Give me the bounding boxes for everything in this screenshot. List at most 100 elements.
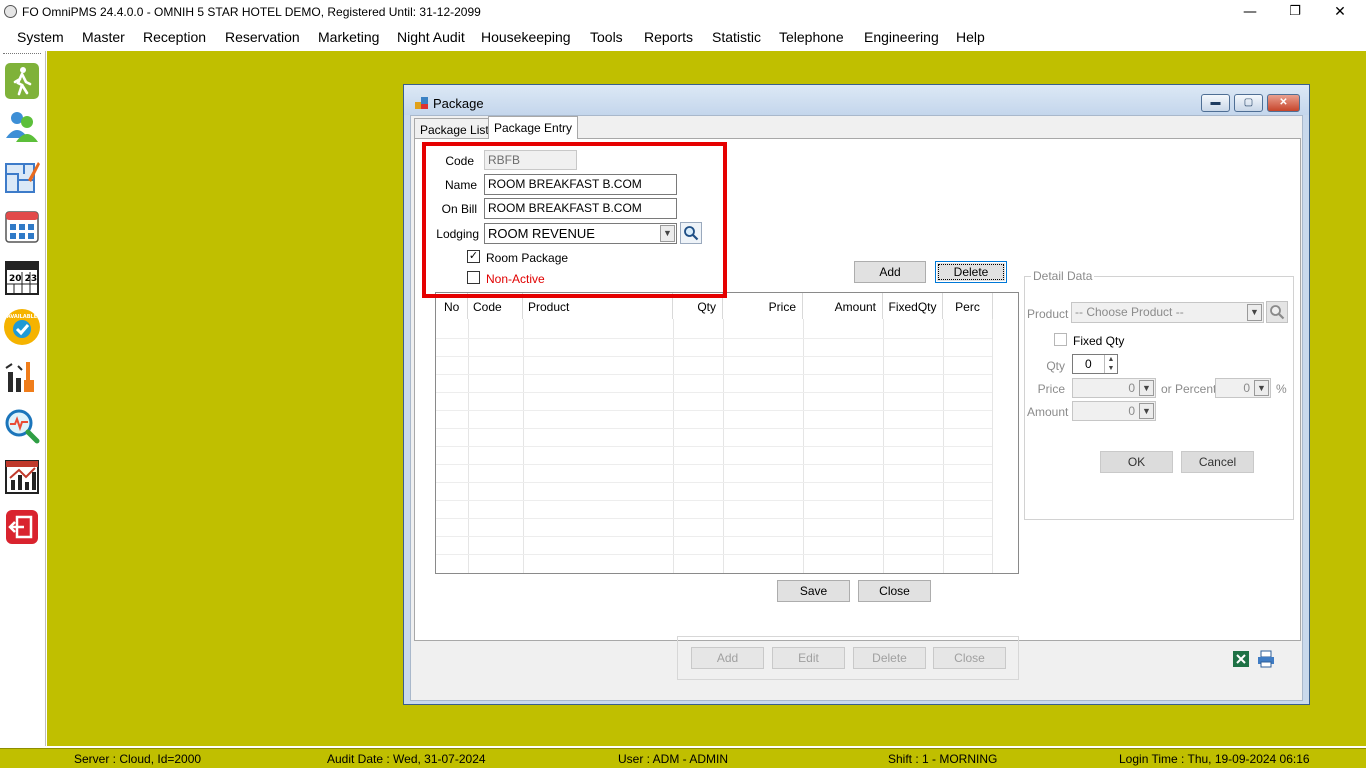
- amount-field[interactable]: 0 ▼: [1072, 401, 1156, 421]
- amount-value: 0: [1128, 404, 1135, 418]
- package-body: Package List Package Entry Code RBFB Nam…: [410, 115, 1303, 701]
- price-field[interactable]: 0 ▼: [1072, 378, 1156, 398]
- col-header-no[interactable]: No: [436, 293, 468, 319]
- qty-spin-icon[interactable]: ▲ ▼: [1104, 355, 1117, 373]
- grid-line: [436, 500, 992, 501]
- product-placeholder: -- Choose Product --: [1075, 305, 1184, 319]
- menu-marketing[interactable]: Marketing: [318, 29, 379, 45]
- statistics-chart-icon[interactable]: [3, 457, 41, 497]
- menu-bar: System Master Reception Reservation Mark…: [0, 25, 1366, 49]
- menu-telephone[interactable]: Telephone: [779, 29, 844, 45]
- exit-icon[interactable]: [3, 507, 41, 547]
- grid-line: [436, 392, 992, 393]
- guests-icon[interactable]: [3, 107, 41, 147]
- lodging-label: Lodging: [436, 227, 479, 241]
- product-search-button[interactable]: [1266, 301, 1288, 323]
- chevron-down-icon[interactable]: ▼: [1254, 380, 1269, 396]
- menu-reservation[interactable]: Reservation: [225, 29, 300, 45]
- close-button[interactable]: Close: [858, 580, 931, 602]
- status-bar: Server : Cloud, Id=2000 Audit Date : Wed…: [0, 748, 1366, 768]
- product-label: Product: [1027, 307, 1069, 321]
- package-close-button[interactable]: ✕: [1267, 94, 1300, 112]
- list-close-button[interactable]: Close: [933, 647, 1006, 669]
- code-field[interactable]: RBFB: [484, 150, 577, 170]
- col-header-fixedqty[interactable]: FixedQty: [883, 293, 943, 319]
- grid-add-button[interactable]: Add: [854, 261, 926, 283]
- app-logo-icon: [4, 5, 17, 18]
- col-header-product[interactable]: Product: [523, 293, 673, 319]
- lodging-search-button[interactable]: [680, 222, 702, 244]
- menu-reports[interactable]: Reports: [644, 29, 693, 45]
- lodging-select[interactable]: ROOM REVENUE ▼: [484, 223, 677, 244]
- close-app-button[interactable]: ✕: [1317, 2, 1363, 22]
- housekeeping-icon[interactable]: [3, 357, 41, 397]
- room-package-label: Room Package: [486, 251, 569, 265]
- chevron-down-icon[interactable]: ▼: [1139, 380, 1154, 396]
- grid-line: [436, 356, 992, 357]
- menu-master[interactable]: Master: [82, 29, 125, 45]
- available-badge-icon[interactable]: AVAILABLE: [3, 307, 41, 347]
- amount-label: Amount: [1027, 405, 1069, 419]
- menu-engineering[interactable]: Engineering: [864, 29, 939, 45]
- col-header-amount[interactable]: Amount: [803, 293, 883, 319]
- detail-ok-button[interactable]: OK: [1100, 451, 1173, 473]
- col-header-code[interactable]: Code: [468, 293, 523, 319]
- restore-button[interactable]: ❐: [1272, 2, 1318, 22]
- non-active-checkbox[interactable]: [467, 271, 480, 284]
- tab-package-entry[interactable]: Package Entry: [488, 116, 579, 139]
- minimize-button[interactable]: —: [1227, 2, 1273, 22]
- fixed-qty-label: Fixed Qty: [1073, 334, 1125, 348]
- room-availability-icon[interactable]: [3, 207, 41, 247]
- col-header-qty[interactable]: Qty: [673, 293, 723, 319]
- menu-reception[interactable]: Reception: [143, 29, 206, 45]
- list-delete-button[interactable]: Delete: [853, 647, 926, 669]
- qty-value: 0: [1085, 357, 1092, 371]
- toolbar-grip: [3, 53, 41, 54]
- walk-in-icon[interactable]: [3, 61, 41, 101]
- menu-night-audit[interactable]: Night Audit: [397, 29, 465, 45]
- floor-plan-icon[interactable]: [3, 157, 41, 197]
- list-actions-panel: Add Edit Delete Close: [677, 636, 1019, 680]
- col-header-perc[interactable]: Perc: [943, 293, 993, 319]
- on-bill-label: On Bill: [441, 202, 477, 216]
- status-user: User : ADM - ADMIN: [618, 752, 729, 766]
- package-minimize-button[interactable]: ▬: [1201, 94, 1230, 112]
- package-detail-grid[interactable]: No Code Product Qty Price Amount FixedQt…: [435, 292, 1019, 574]
- name-field[interactable]: ROOM BREAKFAST B.COM: [484, 174, 677, 195]
- detail-cancel-button[interactable]: Cancel: [1181, 451, 1254, 473]
- menu-housekeeping[interactable]: Housekeeping: [481, 29, 571, 45]
- non-active-label: Non-Active: [486, 272, 545, 286]
- grid-delete-button[interactable]: Delete: [935, 261, 1007, 283]
- list-edit-button[interactable]: Edit: [772, 647, 845, 669]
- menu-help[interactable]: Help: [956, 29, 985, 45]
- col-header-price[interactable]: Price: [723, 293, 803, 319]
- search-icon: [684, 226, 699, 241]
- quick-launch-sidebar: 20 23 AVAILABLE: [0, 51, 46, 746]
- save-button[interactable]: Save: [777, 580, 850, 602]
- status-audit-date: Audit Date : Wed, 31-07-2024: [327, 752, 486, 766]
- search-analysis-icon[interactable]: [3, 407, 41, 447]
- export-excel-icon[interactable]: [1231, 649, 1251, 672]
- package-maximize-button[interactable]: ▢: [1234, 94, 1263, 112]
- chevron-down-icon[interactable]: ▼: [660, 225, 675, 242]
- grid-line: [436, 410, 992, 411]
- calendar-icon[interactable]: 20 23: [3, 257, 41, 297]
- room-package-checkbox[interactable]: ✓: [467, 250, 480, 263]
- app-title-bar: FO OmniPMS 24.4.0.0 - OMNIH 5 STAR HOTEL…: [0, 0, 1366, 24]
- chevron-down-icon[interactable]: ▼: [1247, 304, 1262, 321]
- calendar-year-text: 20 23: [9, 274, 37, 284]
- product-select[interactable]: -- Choose Product -- ▼: [1071, 302, 1264, 323]
- available-badge-text: AVAILABLE: [7, 314, 38, 320]
- menu-system[interactable]: System: [17, 29, 64, 45]
- qty-label: Qty: [1046, 359, 1065, 373]
- list-add-button[interactable]: Add: [691, 647, 764, 669]
- tab-package-list[interactable]: Package List: [414, 118, 495, 139]
- fixed-qty-checkbox[interactable]: [1054, 333, 1067, 346]
- percent-field[interactable]: 0 ▼: [1215, 378, 1271, 398]
- menu-statistic[interactable]: Statistic: [712, 29, 761, 45]
- print-icon[interactable]: [1256, 649, 1276, 672]
- chevron-down-icon[interactable]: ▼: [1139, 403, 1154, 419]
- on-bill-field[interactable]: ROOM BREAKFAST B.COM: [484, 198, 677, 219]
- name-label: Name: [444, 178, 477, 192]
- menu-tools[interactable]: Tools: [590, 29, 623, 45]
